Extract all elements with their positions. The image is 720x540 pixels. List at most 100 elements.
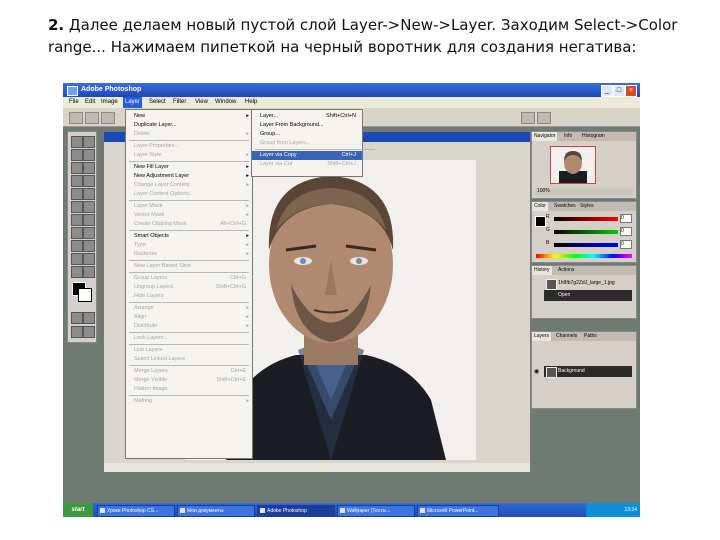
layer-menu-item: Delete ▸ — [126, 130, 252, 139]
tab-histogram[interactable]: Histogram — [580, 132, 607, 141]
folder-icon — [180, 508, 185, 513]
tab-history[interactable]: History — [532, 266, 552, 275]
new-submenu-item[interactable]: Layer From Background... — [252, 121, 362, 130]
layer-menu-item: Align ▸ — [126, 313, 252, 322]
path-selection-tool-icon[interactable] — [71, 227, 83, 239]
magic-wand-tool-icon[interactable] — [83, 149, 95, 161]
menu-separator — [255, 149, 375, 150]
layer-menu-item[interactable]: Smart Objects ▸ — [126, 232, 252, 241]
layer-menu-item: Group Layers Ctrl+G — [126, 274, 252, 283]
tab-info[interactable]: Info — [562, 132, 574, 141]
menu-edit[interactable]: Edit — [83, 97, 97, 108]
lasso-tool-icon[interactable] — [71, 149, 83, 161]
menu-window[interactable]: Window — [213, 97, 238, 108]
blue-slider[interactable] — [554, 243, 618, 247]
navigator-thumbnail[interactable] — [550, 146, 596, 184]
menu-view[interactable]: View — [193, 97, 210, 108]
move-tool-icon[interactable] — [83, 136, 95, 148]
screen-mode-icon[interactable] — [71, 326, 83, 338]
clock[interactable]: 13:34 — [624, 507, 637, 513]
minimize-button[interactable]: _ — [601, 85, 613, 97]
color-ramp[interactable] — [536, 254, 632, 258]
layer-menu-item[interactable]: New Fill Layer ▸ — [126, 163, 252, 172]
history-snapshot[interactable]: 1h8fb7g2ZdJ_large_1.jpg — [544, 278, 632, 290]
layer-menu: New ▸ Duplicate Layer... Delete ▸ Layer Prope… — [125, 109, 253, 459]
pen-tool-icon[interactable] — [71, 240, 83, 252]
tab-channels[interactable]: Channels — [554, 332, 579, 341]
layer-menu-item-label: Layer Properties... — [134, 143, 179, 149]
new-submenu: Layer... Shift+Ctrl+N Layer From Backgroun… — [251, 109, 375, 177]
hand-tool-icon[interactable] — [71, 266, 83, 278]
task-button-1[interactable]: Уроки Photoshop CS... — [97, 505, 175, 517]
gradient-tool-icon[interactable] — [83, 201, 95, 213]
eyedropper-tool-icon[interactable] — [83, 253, 95, 265]
quick-mask-icon[interactable] — [71, 312, 83, 324]
menu-file[interactable]: File — [67, 97, 81, 108]
tab-actions[interactable]: Actions — [556, 266, 576, 275]
healing-brush-tool-icon[interactable] — [71, 175, 83, 187]
history-brush-tool-icon[interactable] — [83, 188, 95, 200]
dodge-tool-icon[interactable] — [83, 214, 95, 226]
layer-menu-item: Layer Style ▸ — [126, 151, 252, 160]
menu-separator — [129, 344, 249, 345]
slice-tool-icon[interactable] — [83, 162, 95, 174]
workspace-button[interactable] — [537, 112, 551, 124]
new-submenu-item[interactable]: Layer... Shift+Ctrl+N — [252, 112, 362, 121]
type-tool-icon[interactable] — [83, 227, 95, 239]
red-value[interactable]: 0 — [620, 214, 632, 223]
layer-menu-item[interactable]: New Adjustment Layer ▸ — [126, 172, 252, 181]
navigator-zoom[interactable]: 100% — [535, 188, 633, 195]
red-slider[interactable] — [554, 217, 618, 221]
palette-well-button[interactable] — [521, 112, 535, 124]
menu-help[interactable]: Help — [243, 97, 259, 108]
close-button[interactable]: × — [625, 85, 637, 97]
tab-swatches[interactable]: Swatches — [552, 202, 578, 211]
menu-image[interactable]: Image — [99, 97, 120, 108]
tab-styles[interactable]: Styles — [578, 202, 596, 211]
task-button-2[interactable]: Мои документы — [177, 505, 255, 517]
layer-menu-item: Hide Layers — [126, 292, 252, 301]
blur-tool-icon[interactable] — [71, 214, 83, 226]
full-screen-mode-icon[interactable] — [83, 326, 95, 338]
submenu-arrow-icon: ▸ — [246, 152, 249, 158]
eye-visibility-icon[interactable]: ◉ — [534, 368, 539, 375]
background-color-swatch[interactable] — [78, 288, 92, 302]
marquee-tool-icon[interactable] — [71, 136, 83, 148]
clone-stamp-tool-icon[interactable] — [71, 188, 83, 200]
toolbox — [67, 131, 97, 343]
standard-mode-icon[interactable] — [83, 312, 95, 324]
brush-tool-icon[interactable] — [83, 175, 95, 187]
tab-layers[interactable]: Layers — [532, 332, 552, 341]
new-submenu-item[interactable]: Layer via Copy Ctrl+J — [252, 151, 362, 160]
crop-tool-icon[interactable] — [71, 162, 83, 174]
task-button-3[interactable]: Adobe Photoshop — [257, 505, 335, 517]
menu-select[interactable]: Select — [147, 97, 168, 108]
task-button-4[interactable]: Wallpaper (Тесты... — [337, 505, 415, 517]
mode-options-button[interactable] — [101, 112, 115, 124]
layer-menu-item: Layer Content Options... — [126, 190, 252, 199]
new-submenu-item[interactable]: Group... — [252, 130, 362, 139]
task-button-5[interactable]: Microsoft PowerPoint... — [417, 505, 499, 517]
layer-menu-item[interactable]: Duplicate Layer... — [126, 121, 252, 130]
tab-navigator[interactable]: Navigator — [532, 132, 558, 141]
start-button[interactable]: start — [63, 503, 93, 517]
maximize-button[interactable]: □ — [613, 85, 625, 97]
green-slider[interactable] — [554, 230, 618, 234]
brush-options-button[interactable] — [85, 112, 99, 124]
shape-tool-icon[interactable] — [83, 240, 95, 252]
tool-preset-button[interactable] — [69, 112, 83, 124]
menu-filter[interactable]: Filter — [171, 97, 188, 108]
notes-tool-icon[interactable] — [71, 253, 83, 265]
layer-menu-item[interactable]: New ▸ — [126, 112, 252, 121]
color-foreground-swatch[interactable] — [535, 216, 546, 227]
blue-value[interactable]: 0 — [620, 240, 632, 249]
tab-paths[interactable]: Paths — [582, 332, 599, 341]
layer-menu-item-label: Duplicate Layer... — [134, 122, 177, 128]
history-state-open[interactable]: Open — [544, 290, 632, 301]
zoom-tool-icon[interactable] — [83, 266, 95, 278]
tab-color[interactable]: Color — [532, 202, 548, 211]
green-value[interactable]: 0 — [620, 227, 632, 236]
eraser-tool-icon[interactable] — [71, 201, 83, 213]
menu-layer[interactable]: Layer — [123, 97, 143, 108]
layer-background[interactable]: Background — [544, 366, 632, 378]
